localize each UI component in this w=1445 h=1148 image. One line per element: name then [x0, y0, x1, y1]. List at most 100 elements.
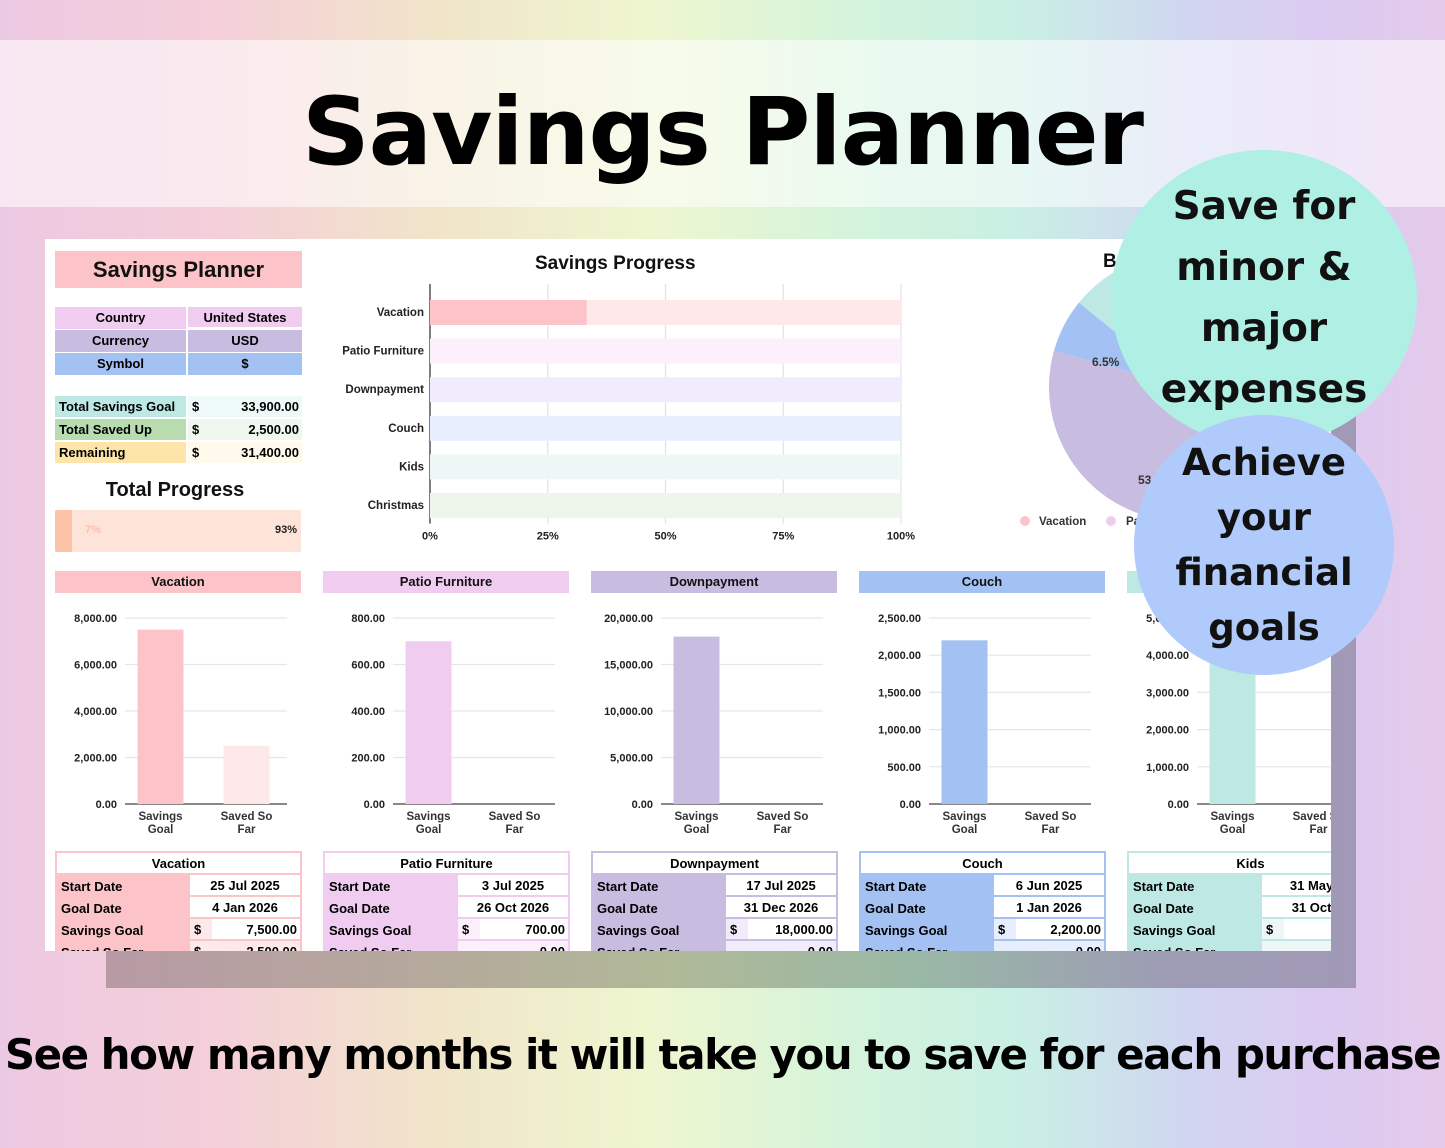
goal-date-value[interactable]: 31 Oct 2: [1262, 897, 1331, 919]
bar-remaining-downpayment: [430, 377, 901, 403]
total-saved-up-value: 2,500.00: [208, 419, 302, 440]
start-date-row: Start Date 25 Jul 2025: [57, 875, 300, 897]
card-title: Kids: [1129, 853, 1331, 875]
vacation-chart-header: Vacation: [55, 571, 301, 593]
y-tick-label: 15,000.00: [604, 660, 653, 672]
x-tick-label: Saved So: [221, 811, 273, 823]
bar-savings-goal: [137, 629, 184, 804]
start-date-label: Start Date: [865, 879, 927, 894]
start-date-value[interactable]: 6 Jun 2025: [994, 875, 1104, 897]
couch-chart-header: Couch: [859, 571, 1105, 593]
saved-so-far-label: Saved So Far: [325, 941, 458, 951]
y-tick-label: 600.00: [351, 660, 385, 672]
settings-table: Country United States Currency USD Symbo…: [55, 307, 302, 376]
promo-line: goals: [1208, 606, 1320, 649]
start-date-row: Start Date 3 Jul 2025: [325, 875, 568, 897]
saved-so-far-row: Saved So Far $ 2,500.00: [57, 941, 300, 951]
country-value[interactable]: United States: [188, 307, 302, 329]
saved-so-far-row: Saved So Far 0.00: [861, 941, 1104, 951]
bar-saved-vacation: [430, 300, 587, 325]
y-tick-label: 0.00: [900, 799, 921, 811]
savings-goal-value[interactable]: 18,000.00: [748, 919, 836, 939]
y-tick-label: 6,000.00: [74, 660, 117, 672]
bar-savings-goal: [941, 640, 988, 804]
savings-goal-row: Savings Goal $ 700.00: [325, 919, 568, 941]
category-label: Downpayment: [345, 384, 424, 396]
start-date-row: Start Date 6 Jun 2025: [861, 875, 1104, 897]
goal-card-vacation: Vacation Start Date 25 Jul 2025 Goal Dat…: [55, 851, 302, 951]
bottom-caption: See how many months it will take you to …: [4, 1030, 1442, 1079]
x-tick-label: Savings: [406, 811, 450, 823]
saved-so-far-value[interactable]: 0.00: [748, 941, 836, 951]
x-tick-label: Saved So: [757, 811, 809, 823]
savings-goal-value[interactable]: 2,200.00: [1016, 919, 1104, 939]
saved-so-far-value[interactable]: 0.00: [1016, 941, 1104, 951]
goal-date-value[interactable]: 4 Jan 2026: [190, 897, 300, 919]
savings-goal-row: Savings Goal $ 18,000.00: [593, 919, 836, 941]
currency-symbol: $: [998, 922, 1006, 937]
currency-value[interactable]: USD: [188, 330, 302, 352]
savings-goal-label: Savings Goal: [597, 923, 680, 938]
saved-so-far-row: Saved So Far: [1129, 941, 1331, 951]
y-tick-label: 3,000.00: [1146, 687, 1189, 699]
currency-symbol: [994, 941, 1016, 951]
legend-dot-vacation: [1020, 516, 1030, 526]
goal-date-label: Goal Date: [329, 901, 390, 916]
savings-goal-value[interactable]: 5,0: [1284, 919, 1331, 939]
saved-so-far-value[interactable]: 0.00: [480, 941, 568, 951]
y-tick-label: 0.00: [364, 799, 385, 811]
start-date-value[interactable]: 17 Jul 2025: [726, 875, 836, 897]
savings-goal-value[interactable]: 7,500.00: [212, 919, 300, 939]
goal-date-value[interactable]: 26 Oct 2026: [458, 897, 568, 919]
x-tick-label: Saved So: [489, 811, 541, 823]
start-date-value[interactable]: 25 Jul 2025: [190, 875, 300, 897]
saved-so-far-value[interactable]: 2,500.00: [212, 941, 300, 951]
saved-percent-label: 7%: [85, 524, 101, 536]
savings-goal-label: Savings Goal: [865, 923, 948, 938]
y-tick-label: 800.00: [351, 613, 385, 625]
x-tick-label: Goal: [684, 824, 710, 836]
saved-so-far-value[interactable]: [1284, 941, 1331, 951]
x-tick-label: Far: [1042, 824, 1060, 836]
saved-so-far-label: Saved So Far: [593, 941, 726, 951]
x-tick-label: Far: [774, 824, 792, 836]
start-date-value[interactable]: 3 Jul 2025: [458, 875, 568, 897]
bar-remaining-vacation: [586, 300, 901, 325]
promo-line: minor & major: [1176, 245, 1352, 351]
promo-line: your: [1216, 496, 1312, 539]
savings-goal-value[interactable]: 700.00: [480, 919, 568, 939]
symbol-value[interactable]: $: [188, 353, 302, 375]
x-tick-label: Far: [1310, 824, 1328, 836]
total-savings-goal-value: 33,900.00: [208, 396, 302, 417]
totals-table: Total Savings Goal $ 33,900.00 Total Sav…: [55, 396, 302, 465]
savings-progress-chart: 0% 25% 50% 75% 100% Vacation Patio Furniture Do…: [342, 284, 915, 543]
x-tick-label: Savings: [138, 811, 182, 823]
currency-symbol: [458, 941, 480, 951]
start-date-value[interactable]: 31 May 2: [1262, 875, 1331, 897]
y-tick-label: 200.00: [351, 753, 385, 765]
y-tick-label: 2,500.00: [878, 613, 921, 625]
y-tick-label: 5,000.00: [610, 753, 653, 765]
bar-savings-goal: [673, 636, 720, 804]
remaining-percent-label: 93%: [274, 524, 297, 536]
goal-date-row: Goal Date 4 Jan 2026: [57, 897, 300, 919]
promo-line: Save for: [1172, 184, 1356, 229]
start-date-label: Start Date: [1133, 879, 1195, 894]
savings-goal-label: Savings Goal: [329, 923, 412, 938]
currency-symbol: $: [188, 396, 208, 417]
promo-bubble-save: Save for minor & major expenses: [1111, 150, 1417, 446]
goal-date-value[interactable]: 31 Dec 2026: [726, 897, 836, 919]
x-tick-label: Goal: [1220, 824, 1246, 836]
goal-date-value[interactable]: 1 Jan 2026: [994, 897, 1104, 919]
savings-goal-label: Savings Goal: [1133, 923, 1216, 938]
total-savings-goal-row: Total Savings Goal $ 33,900.00: [55, 396, 302, 417]
goal-date-row: Goal Date 1 Jan 2026: [861, 897, 1104, 919]
x-tick-label: Far: [506, 824, 524, 836]
card-title: Downpayment: [593, 853, 836, 875]
x-tick-label: Saved So: [1293, 811, 1331, 823]
x-tick-label: 0%: [422, 531, 438, 543]
currency-row: Currency USD: [55, 330, 302, 352]
couch-bar-chart: 0.00 500.00 1,000.00 1,500.00 2,000.00 2,500.…: [878, 613, 1091, 836]
currency-label: Currency: [55, 330, 188, 352]
saved-so-far-label: Saved So Far: [1129, 941, 1262, 951]
